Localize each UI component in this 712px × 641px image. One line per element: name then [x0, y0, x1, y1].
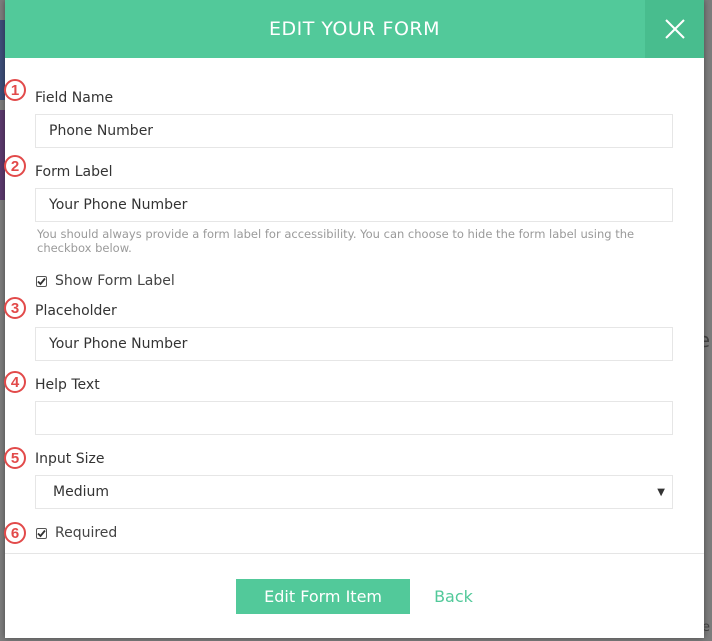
caret-down-icon: ▼ — [657, 486, 665, 498]
show-form-label-row[interactable]: Show Form Label — [36, 273, 175, 289]
checkmark-icon — [37, 277, 46, 285]
modal-header: EDIT YOUR FORM — [5, 0, 704, 58]
edit-form-item-button[interactable]: Edit Form Item — [236, 578, 411, 614]
field-name-input[interactable] — [35, 114, 673, 148]
step-badge: 5 — [4, 447, 26, 469]
step-badge: 2 — [4, 155, 26, 177]
help-text-input[interactable] — [35, 401, 673, 435]
required-row[interactable]: Required — [36, 525, 117, 541]
step-badge: 1 — [4, 79, 26, 101]
field-name-label: Field Name — [35, 90, 114, 106]
show-form-label-text: Show Form Label — [55, 273, 175, 289]
step-badge: 3 — [4, 297, 26, 319]
modal-title: EDIT YOUR FORM — [268, 18, 441, 40]
help-text-label: Help Text — [35, 377, 100, 393]
required-checkbox[interactable] — [36, 527, 47, 539]
placeholder-input[interactable] — [35, 327, 673, 361]
step-badge: 6 — [4, 522, 26, 544]
close-button[interactable] — [645, 0, 704, 58]
close-icon — [664, 19, 685, 39]
form-label-label: Form Label — [35, 164, 113, 180]
show-form-label-checkbox[interactable] — [36, 275, 47, 287]
input-size-label: Input Size — [35, 451, 105, 467]
step-badge: 4 — [4, 371, 26, 393]
form-label-note: You should always provide a form label f… — [37, 227, 635, 255]
input-size-value: Medium — [53, 484, 109, 500]
form-label-input[interactable] — [35, 188, 673, 222]
checkmark-icon — [37, 529, 46, 537]
modal-footer: Edit Form Item Back — [5, 554, 704, 638]
input-size-select[interactable]: Medium ▼ — [35, 475, 673, 509]
modal-body: 1 Field Name 2 Form Label You should alw… — [4, 58, 704, 553]
required-text: Required — [55, 525, 118, 541]
back-link[interactable]: Back — [434, 587, 473, 606]
edit-form-modal: EDIT YOUR FORM 1 Field Name 2 Form Label… — [4, 0, 704, 638]
placeholder-label: Placeholder — [35, 303, 117, 319]
